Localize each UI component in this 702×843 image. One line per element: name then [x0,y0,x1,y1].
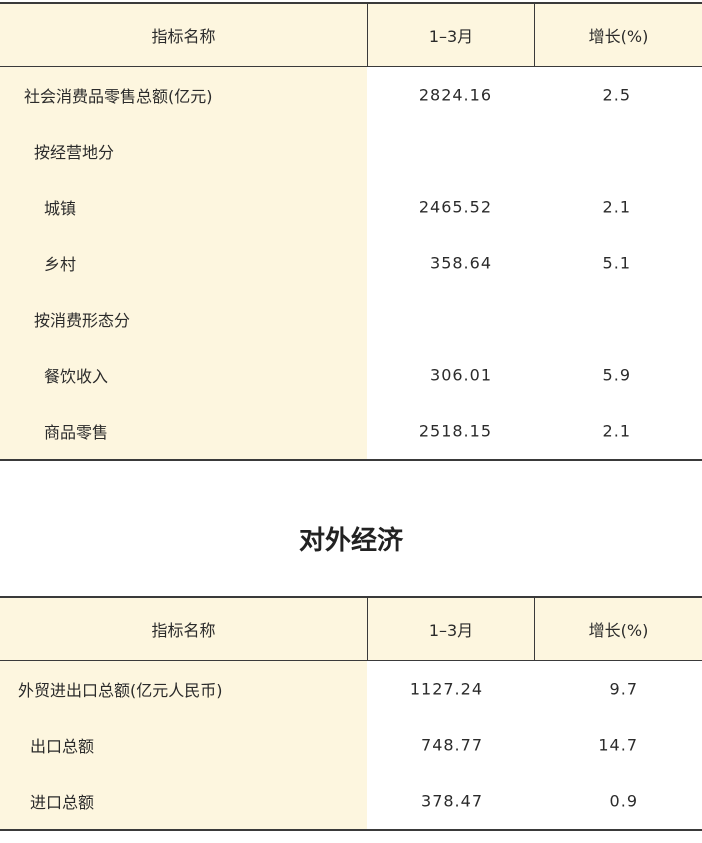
row-label: 城镇 [44,199,77,218]
table-body: 外贸进出口总额(亿元人民币) 1127.24 9.7 出口总额 748.77 1… [0,661,702,829]
header-growth: 增长(%) [588,621,649,640]
table-row: 餐饮收入 306.01 5.9 [0,347,702,403]
table-header: 指标名称 1–3月 增长(%) [0,598,702,660]
table-row: 外贸进出口总额(亿元人民币) 1127.24 9.7 [0,661,702,717]
trade-table: 指标名称 1–3月 增长(%) 外贸进出口总额(亿元人民币) 1127.24 9… [0,596,702,831]
row-value: 358.64 [430,253,492,273]
section-title: 对外经济 [298,526,403,556]
table-header: 指标名称 1–3月 增长(%) [0,4,702,66]
row-label: 进口总额 [30,793,95,812]
row-value: 748.77 [421,735,483,755]
row-growth: 2.1 [602,421,631,441]
row-label: 餐饮收入 [44,367,109,386]
header-indicator-name: 指标名称 [151,27,216,46]
row-growth: 0.9 [609,791,638,811]
row-growth: 2.1 [602,197,631,217]
table-row: 商品零售 2518.15 2.1 [0,403,702,459]
table-row: 社会消费品零售总额(亿元) 2824.16 2.5 [0,67,702,123]
row-label: 出口总额 [30,737,95,756]
row-growth: 14.7 [598,735,638,755]
row-growth: 2.5 [602,85,631,105]
row-value: 2824.16 [418,85,492,105]
row-label: 乡村 [44,255,77,274]
row-growth: 9.7 [609,679,638,699]
row-value: 2518.15 [418,421,492,441]
table-row: 乡村 358.64 5.1 [0,235,702,291]
row-label: 商品零售 [44,423,109,442]
header-period: 1–3月 [428,27,474,46]
header-period: 1–3月 [428,621,474,640]
row-label: 按经营地分 [34,143,115,162]
row-value: 1127.24 [409,679,483,699]
row-value: 2465.52 [418,197,492,217]
header-indicator-name: 指标名称 [151,621,216,640]
row-growth: 5.1 [602,253,631,273]
table-bottom-rule [0,459,702,461]
row-label: 按消费形态分 [34,311,131,330]
header-growth: 增长(%) [588,27,649,46]
table-body: 社会消费品零售总额(亿元) 2824.16 2.5 按经营地分 城镇 2465.… [0,67,702,459]
table-bottom-rule [0,829,702,831]
retail-table: 指标名称 1–3月 增长(%) 社会消费品零售总额(亿元) 2824.16 2.… [0,2,702,461]
table-row: 进口总额 378.47 0.9 [0,773,702,829]
row-label: 外贸进出口总额(亿元人民币) [18,681,223,700]
row-value: 306.01 [430,365,492,385]
row-label: 社会消费品零售总额(亿元) [24,87,213,106]
table-row: 城镇 2465.52 2.1 [0,179,702,235]
row-value: 378.47 [421,791,483,811]
row-growth: 5.9 [602,365,631,385]
table-row: 按经营地分 [0,123,702,179]
table-row: 出口总额 748.77 14.7 [0,717,702,773]
table-row: 按消费形态分 [0,291,702,347]
